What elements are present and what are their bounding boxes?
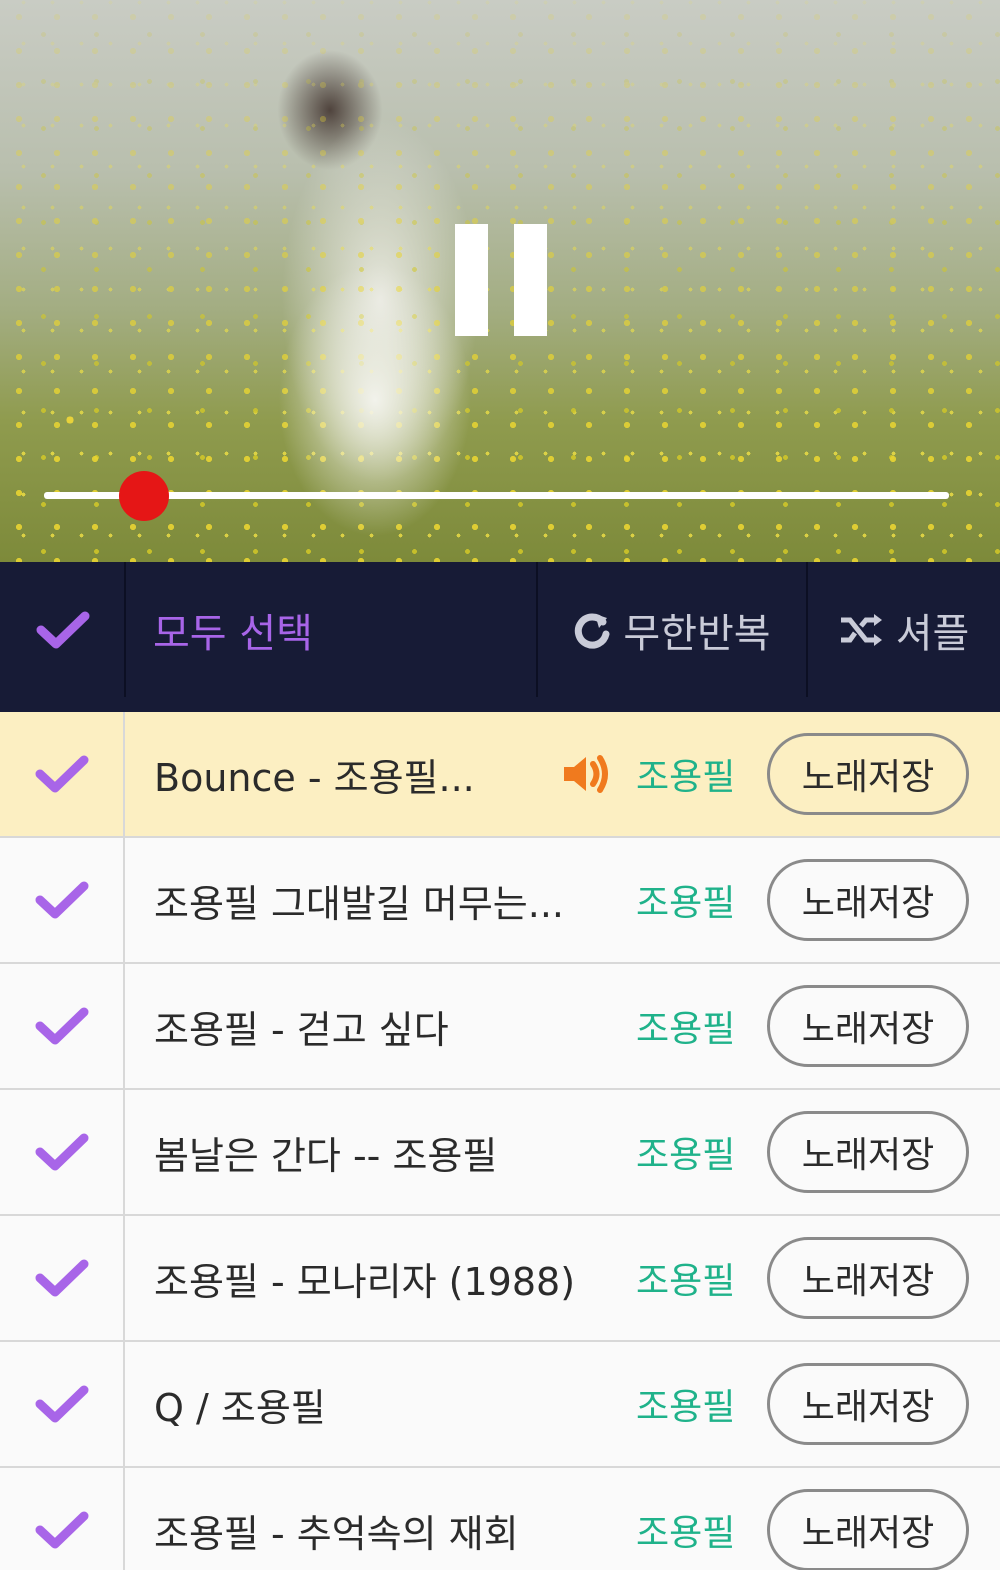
song-list: Bounce - 조용필... 조용필 노래저장 조용필 그대발길 머무는... 조용필… [0,712,1000,1570]
song-row[interactable]: 조용필 - 추억속의 재회 조용필 노래저장 [0,1468,1000,1570]
check-icon [35,1007,88,1045]
shuffle-icon [840,613,882,646]
song-row[interactable]: 봄날은 간다 -- 조용필 조용필 노래저장 [0,1090,1000,1216]
song-checkbox[interactable] [0,1090,125,1214]
save-song-button[interactable]: 노래저장 [767,985,969,1067]
song-title: 조용필 - 추억속의 재회 [154,1511,519,1556]
song-title: Q / 조용필 [154,1385,326,1430]
song-artist[interactable]: 조용필 [636,1216,735,1340]
song-checkbox[interactable] [0,1216,125,1340]
seek-thumb[interactable] [118,471,169,521]
save-song-button[interactable]: 노래저장 [767,733,969,815]
song-row[interactable]: 조용필 그대발길 머무는... 조용필 노래저장 [0,838,1000,964]
song-artist[interactable]: 조용필 [636,1090,735,1214]
repeat-label: 무한반복 [623,610,771,657]
song-artist[interactable]: 조용필 [636,838,735,962]
check-icon [35,1511,88,1549]
check-icon [35,1259,88,1297]
song-title: 봄날은 간다 -- 조용필 [154,1133,498,1178]
save-song-button[interactable]: 노래저장 [767,859,969,941]
song-row[interactable]: 조용필 - 모나리자 (1988) 조용필 노래저장 [0,1216,1000,1342]
save-song-button[interactable]: 노래저장 [767,1111,969,1193]
song-row[interactable]: Bounce - 조용필... 조용필 노래저장 [0,712,1000,838]
check-icon [35,1133,88,1171]
save-song-button[interactable]: 노래저장 [767,1489,969,1570]
pause-icon[interactable] [455,224,547,336]
save-song-button[interactable]: 노래저장 [767,1363,969,1445]
check-icon [35,1385,88,1423]
now-playing-indicator [562,712,610,836]
seek-bar[interactable] [44,492,949,499]
repeat-button[interactable]: 무한반복 [537,562,807,697]
song-artist[interactable]: 조용필 [636,1342,735,1466]
song-checkbox[interactable] [0,1342,125,1466]
speaker-icon [564,755,608,793]
song-title: Bounce - 조용필... [154,755,475,800]
select-all-button[interactable]: 모두 선택 [125,562,537,697]
song-checkbox[interactable] [0,964,125,1088]
playlist-toolbar: 모두 선택 무한반복 셔플 [0,562,1000,712]
song-checkbox[interactable] [0,712,125,836]
song-artist[interactable]: 조용필 [636,712,735,836]
song-title: 조용필 - 모나리자 (1988) [154,1259,574,1304]
song-title: 조용필 - 걷고 싶다 [154,1007,449,1052]
save-song-button[interactable]: 노래저장 [767,1237,969,1319]
shuffle-button[interactable]: 셔플 [807,562,1000,697]
song-artist[interactable]: 조용필 [636,964,735,1088]
select-all-label: 모두 선택 [153,610,313,657]
check-icon [36,611,89,648]
song-row[interactable]: Q / 조용필 조용필 노래저장 [0,1342,1000,1468]
check-icon [35,881,88,919]
song-checkbox[interactable] [0,1468,125,1570]
song-row[interactable]: 조용필 - 걷고 싶다 조용필 노래저장 [0,964,1000,1090]
check-icon [35,755,88,793]
song-checkbox[interactable] [0,838,125,962]
select-all-checkbox[interactable] [0,562,125,697]
shuffle-label: 셔플 [895,610,970,657]
song-artist[interactable]: 조용필 [636,1468,735,1570]
song-title: 조용필 그대발길 머무는... [154,881,564,926]
repeat-icon [575,613,610,649]
